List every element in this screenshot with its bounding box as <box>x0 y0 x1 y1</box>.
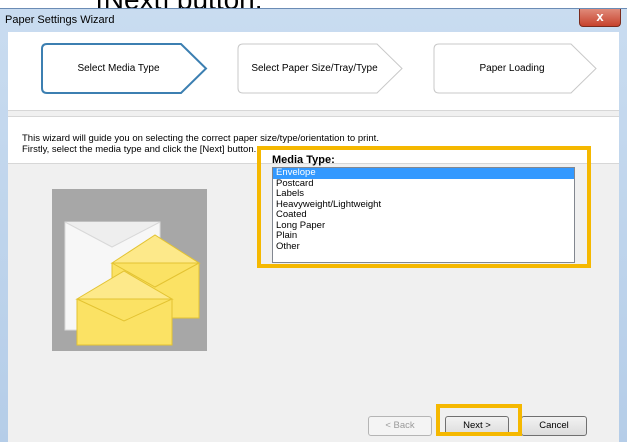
media-option-long-paper[interactable]: Long Paper <box>273 220 574 232</box>
media-illustration <box>52 189 207 351</box>
media-option-coated[interactable]: Coated <box>273 209 574 221</box>
media-option-envelope[interactable]: Envelope <box>273 167 574 179</box>
instruction-line-1: This wizard will guide you on selecting … <box>22 133 379 144</box>
back-button[interactable]: < Back <box>368 416 432 436</box>
media-option-other[interactable]: Other <box>273 241 574 253</box>
media-option-labels[interactable]: Labels <box>273 188 574 200</box>
next-button-highlight <box>436 404 522 436</box>
media-type-listbox[interactable]: Envelope Postcard Labels Heavyweight/Lig… <box>272 167 575 263</box>
close-icon: x <box>596 9 604 24</box>
step-select-media-type: Select Media Type <box>41 43 211 94</box>
step-label: Select Media Type <box>77 63 160 74</box>
media-option-plain[interactable]: Plain <box>273 230 574 242</box>
step-label: Paper Loading <box>479 63 545 74</box>
close-button[interactable]: x <box>579 9 621 27</box>
step-label: Select Paper Size/Tray/Type <box>251 63 378 74</box>
media-type-label: Media Type: <box>272 154 335 166</box>
instruction-line-2: Firstly, select the media type and click… <box>22 144 257 155</box>
cancel-button[interactable]: Cancel <box>521 416 587 436</box>
media-option-heavyweight[interactable]: Heavyweight/Lightweight <box>273 199 574 211</box>
envelope-illustration-icon <box>64 221 201 346</box>
media-option-postcard[interactable]: Postcard <box>273 178 574 190</box>
step-paper-loading: Paper Loading <box>433 43 601 94</box>
step-select-paper-size: Select Paper Size/Tray/Type <box>237 43 407 94</box>
window-title: Paper Settings Wizard <box>5 14 115 26</box>
step-strip: Select Media Type Select Paper Size/Tray… <box>8 32 619 111</box>
title-bar[interactable]: Paper Settings Wizard x <box>0 9 627 31</box>
